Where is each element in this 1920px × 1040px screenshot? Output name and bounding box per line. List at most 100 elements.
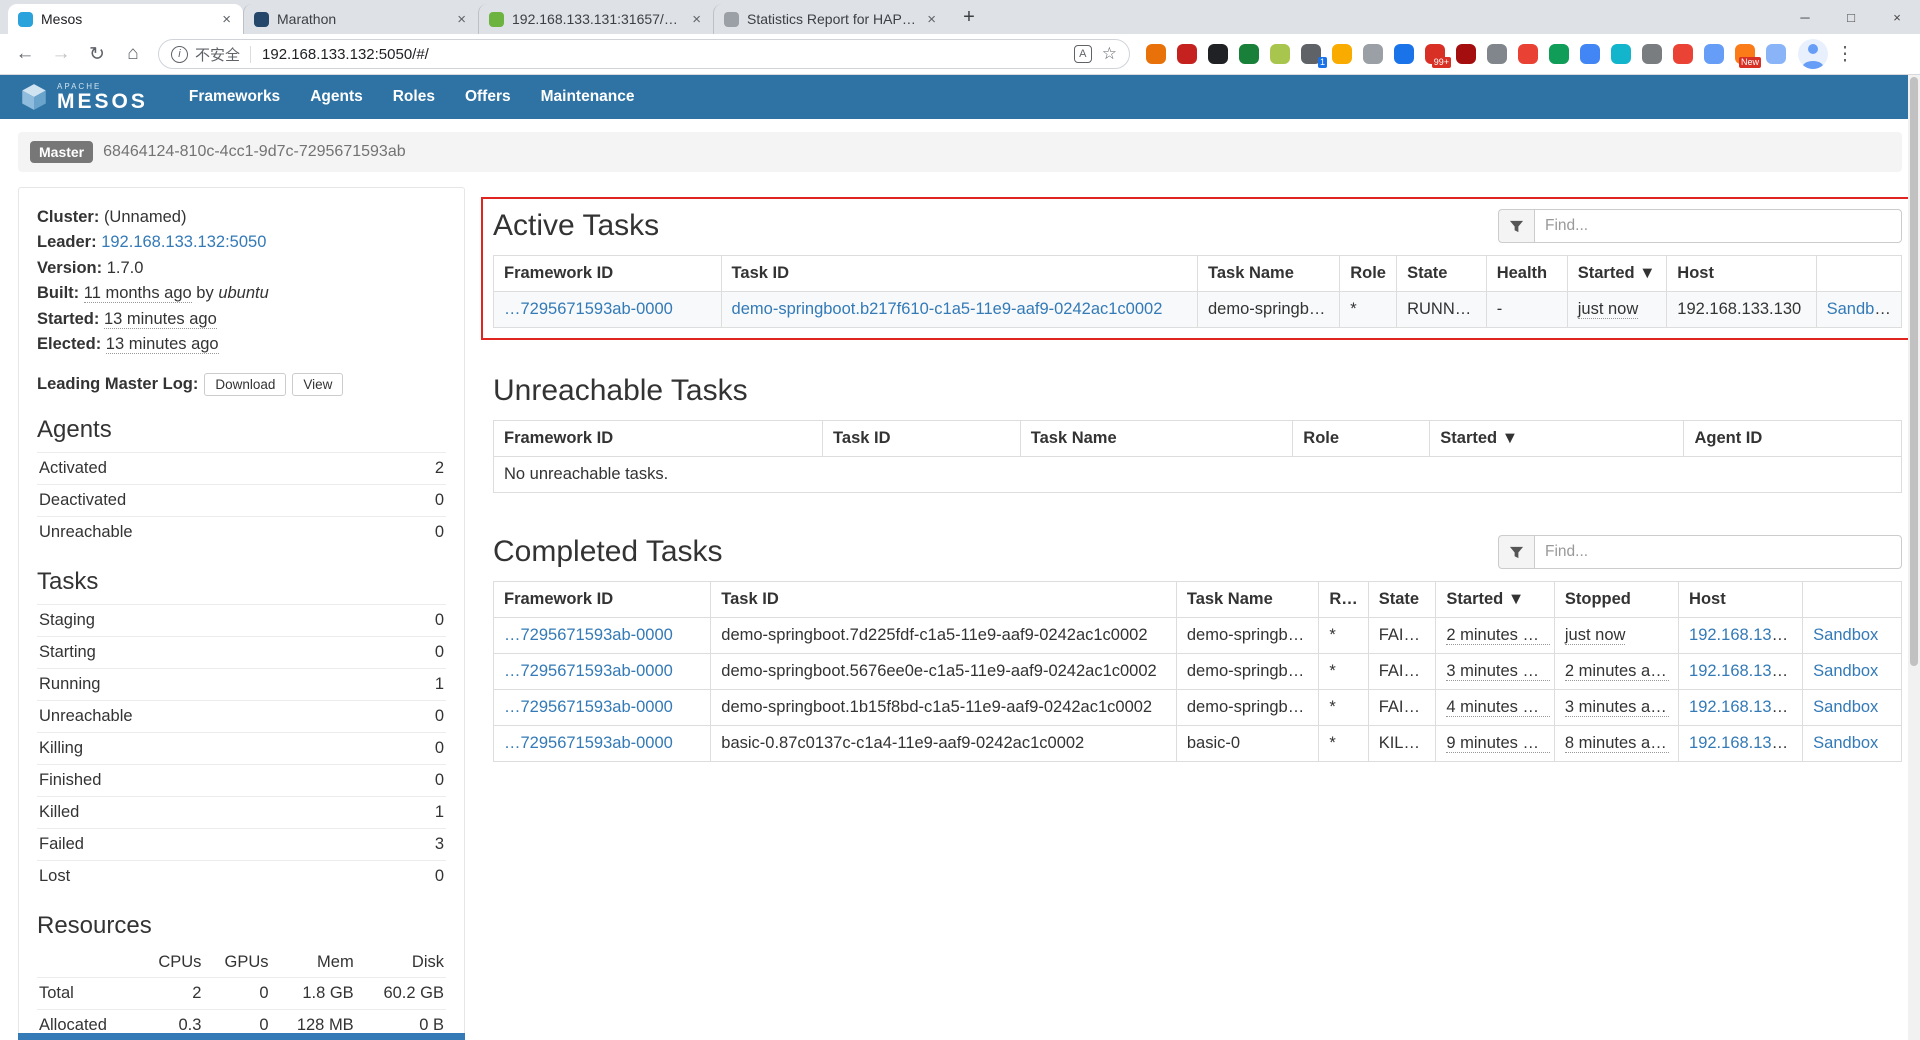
scrollbar-thumb[interactable] (1910, 77, 1918, 666)
column-header[interactable]: Stopped (1554, 582, 1678, 618)
nav-item-roles[interactable]: Roles (378, 88, 450, 106)
browser-tab[interactable]: Statistics Report for HAProxy× (713, 4, 948, 34)
master-badge: Master (30, 141, 93, 163)
extension-icon[interactable] (1766, 44, 1786, 64)
sandbox-link[interactable]: Sandbox (1813, 626, 1878, 644)
maximize-button[interactable]: □ (1828, 0, 1874, 34)
column-header[interactable]: Task ID (721, 256, 1197, 292)
column-header[interactable]: Task ID (823, 421, 1021, 457)
column-header[interactable]: Health (1486, 256, 1567, 292)
column-header[interactable]: Role (1319, 582, 1368, 618)
url-text[interactable]: 192.168.133.132:5050/#/ (262, 46, 1074, 63)
extension-icon[interactable] (1549, 44, 1569, 64)
column-header[interactable]: Framework ID (494, 256, 722, 292)
forward-button[interactable]: → (44, 37, 78, 71)
framework-link[interactable]: …7295671593ab-0000 (504, 698, 673, 716)
browser-tab[interactable]: 192.168.133.131:31657/hello× (478, 4, 713, 34)
host-link[interactable]: 192.168.133.130 (1689, 734, 1803, 752)
nav-item-frameworks[interactable]: Frameworks (174, 88, 295, 106)
column-header[interactable]: Started ▼ (1430, 421, 1684, 457)
extension-icon[interactable] (1363, 44, 1383, 64)
column-header[interactable]: Host (1667, 256, 1816, 292)
extension-icon[interactable] (1177, 44, 1197, 64)
nav-item-maintenance[interactable]: Maintenance (526, 88, 650, 106)
column-header[interactable] (1803, 582, 1902, 618)
bookmark-star-icon[interactable]: ☆ (1102, 44, 1117, 64)
find-input[interactable] (1534, 209, 1902, 243)
framework-link[interactable]: …7295671593ab-0000 (504, 300, 673, 318)
extension-icon[interactable] (1239, 44, 1259, 64)
column-header[interactable]: Started ▼ (1436, 582, 1555, 618)
tab-close-icon[interactable]: × (925, 11, 938, 28)
page-scrollbar[interactable] (1908, 75, 1920, 1040)
framework-link[interactable]: …7295671593ab-0000 (504, 626, 673, 644)
extension-icon[interactable] (1487, 44, 1507, 64)
sandbox-link[interactable]: Sandbox (1827, 300, 1892, 318)
extension-icon[interactable] (1456, 44, 1476, 64)
leader-link[interactable]: 192.168.133.132:5050 (101, 233, 266, 251)
page-info-icon[interactable]: i (171, 46, 188, 63)
extension-icon[interactable] (1673, 44, 1693, 64)
task-link[interactable]: demo-springboot.b217f610-c1a5-11e9-aaf9-… (732, 300, 1163, 318)
extension-icon[interactable] (1332, 44, 1352, 64)
column-header[interactable]: Task Name (1198, 256, 1340, 292)
column-header[interactable]: Framework ID (494, 582, 711, 618)
column-header[interactable]: Role (1340, 256, 1397, 292)
framework-link[interactable]: …7295671593ab-0000 (504, 662, 673, 680)
column-header[interactable]: Task Name (1176, 582, 1318, 618)
browser-tab[interactable]: Marathon× (243, 4, 478, 34)
host-link[interactable]: 192.168.133.130 (1689, 698, 1803, 716)
framework-link[interactable]: …7295671593ab-0000 (504, 734, 673, 752)
extension-icon[interactable] (1394, 44, 1414, 64)
extension-icon[interactable] (1611, 44, 1631, 64)
mesos-brand[interactable]: APACHE MESOS (20, 83, 148, 112)
sandbox-link[interactable]: Sandbox (1813, 662, 1878, 680)
column-header[interactable]: State (1397, 256, 1487, 292)
translate-icon[interactable]: A (1074, 45, 1092, 63)
sandbox-link[interactable]: Sandbox (1813, 734, 1878, 752)
download-log-button[interactable]: Download (204, 373, 286, 396)
column-header[interactable] (1816, 256, 1901, 292)
extension-icon[interactable] (1642, 44, 1662, 64)
column-header[interactable]: State (1368, 582, 1436, 618)
tab-close-icon[interactable]: × (690, 11, 703, 28)
close-window-button[interactable]: × (1874, 0, 1920, 34)
extension-icon[interactable]: 99+ (1425, 44, 1445, 64)
column-header[interactable]: Task ID (711, 582, 1177, 618)
extension-icon[interactable] (1518, 44, 1538, 64)
filter-button[interactable] (1498, 209, 1534, 243)
browser-menu-icon[interactable]: ⋮ (1830, 43, 1860, 66)
column-header[interactable]: Role (1293, 421, 1430, 457)
extension-icon[interactable] (1580, 44, 1600, 64)
nav-item-offers[interactable]: Offers (450, 88, 526, 106)
host-link[interactable]: 192.168.133.131 (1689, 626, 1803, 644)
column-header[interactable]: Started ▼ (1567, 256, 1667, 292)
extension-icon[interactable]: 1 (1301, 44, 1321, 64)
minimize-button[interactable]: ─ (1782, 0, 1828, 34)
reload-button[interactable]: ↻ (80, 37, 114, 71)
find-input[interactable] (1534, 535, 1902, 569)
tab-close-icon[interactable]: × (455, 11, 468, 28)
view-log-button[interactable]: View (292, 373, 343, 396)
profile-avatar[interactable] (1798, 39, 1828, 69)
column-header[interactable]: Agent ID (1684, 421, 1902, 457)
back-button[interactable]: ← (8, 37, 42, 71)
extension-icon[interactable] (1208, 44, 1228, 64)
filter-button[interactable] (1498, 535, 1534, 569)
extension-icon[interactable] (1704, 44, 1724, 64)
nav-item-agents[interactable]: Agents (295, 88, 378, 106)
extension-icon[interactable] (1270, 44, 1290, 64)
host-link[interactable]: 192.168.133.130 (1689, 662, 1803, 680)
extension-icon[interactable]: New (1735, 44, 1755, 64)
sandbox-link[interactable]: Sandbox (1813, 698, 1878, 716)
column-header[interactable]: Task Name (1020, 421, 1293, 457)
extension-icon[interactable] (1146, 44, 1166, 64)
tab-close-icon[interactable]: × (220, 11, 233, 28)
new-tab-button[interactable]: + (954, 2, 984, 32)
home-button[interactable]: ⌂ (116, 37, 150, 71)
column-header[interactable]: Host (1679, 582, 1803, 618)
stat-label: Unreachable (39, 707, 133, 726)
column-header[interactable]: Framework ID (494, 421, 823, 457)
address-bar[interactable]: i 不安全 192.168.133.132:5050/#/ A ☆ (158, 39, 1130, 69)
browser-tab[interactable]: Mesos× (8, 4, 243, 34)
